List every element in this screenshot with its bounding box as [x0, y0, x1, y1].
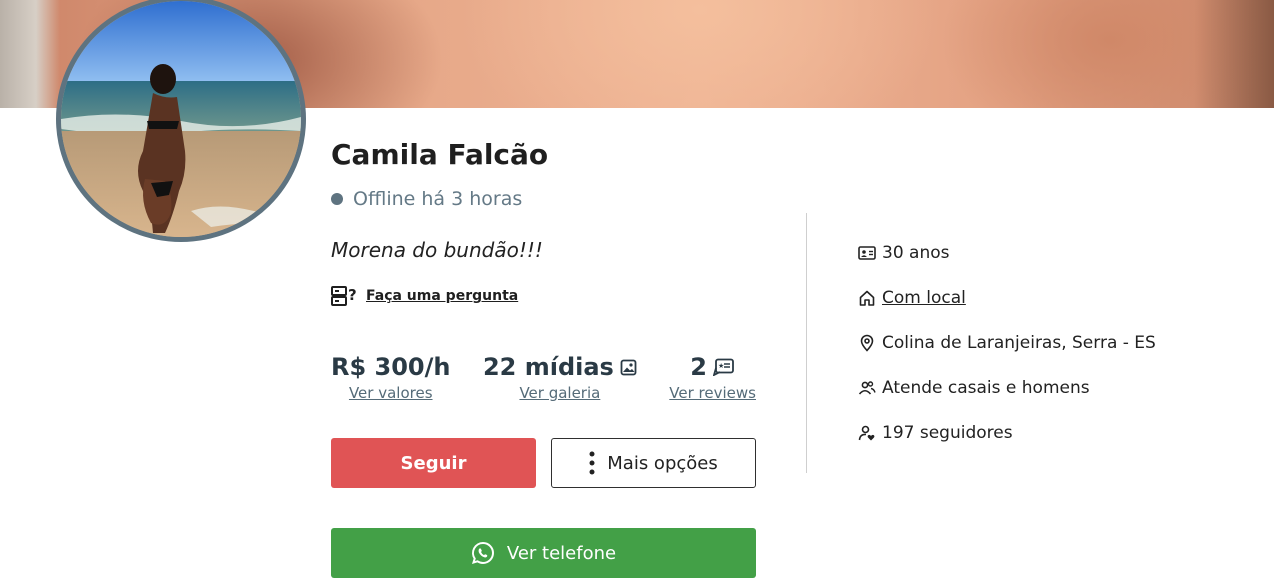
- ask-question-link[interactable]: ? Faça uma pergunta: [331, 285, 518, 307]
- info-followers-text: 197 seguidores: [882, 423, 1013, 443]
- stat-reviews-value: 2: [690, 353, 707, 381]
- info-address-text: Colina de Laranjeiras, Serra - ES: [882, 333, 1156, 353]
- whatsapp-icon: [471, 541, 494, 565]
- online-status: Offline há 3 horas: [331, 188, 522, 210]
- info-address: Colina de Laranjeiras, Serra - ES: [858, 331, 1156, 355]
- stat-media: 22 mídias Ver galeria: [483, 352, 637, 402]
- question-icon: ?: [331, 286, 357, 306]
- more-options-label: Mais opções: [607, 452, 718, 474]
- avatar[interactable]: [56, 0, 306, 242]
- map-pin-icon: [860, 334, 874, 352]
- vertical-divider: [806, 213, 807, 473]
- profile-bio: Morena do bundão!!!: [331, 238, 543, 262]
- info-location-type-link[interactable]: Com local: [882, 288, 966, 308]
- info-location-type[interactable]: Com local: [858, 286, 1156, 310]
- stat-price: R$ 300/h Ver valores: [331, 352, 450, 402]
- users-icon: [858, 381, 876, 395]
- image-icon: [620, 359, 637, 375]
- info-followers: 197 seguidores: [858, 421, 1156, 445]
- stat-reviews-value-wrap: 2 ★: [690, 352, 735, 382]
- stat-media-value-wrap: 22 mídias: [483, 352, 637, 382]
- stat-media-value: 22 mídias: [482, 353, 614, 381]
- profile-name: Camila Falcão: [331, 138, 549, 171]
- more-vertical-icon: [589, 451, 595, 475]
- stat-reviews: 2 ★ Ver reviews: [669, 352, 756, 402]
- view-prices-link[interactable]: Ver valores: [349, 384, 433, 402]
- user-heart-icon: [858, 425, 875, 441]
- home-icon: [859, 290, 875, 306]
- cover-photo-left-shade: [0, 0, 60, 108]
- review-icon: ★: [712, 358, 734, 376]
- profile-stats: R$ 300/h Ver valores 22 mídias Ver galer…: [331, 352, 756, 402]
- svg-text:?: ?: [348, 286, 357, 304]
- status-text: Offline há 3 horas: [353, 188, 523, 210]
- follow-button[interactable]: Seguir: [331, 438, 536, 488]
- status-dot: [331, 193, 343, 205]
- info-serves-text: Atende casais e homens: [882, 378, 1090, 398]
- view-phone-button[interactable]: Ver telefone: [331, 528, 756, 578]
- ask-question-label: Faça uma pergunta: [366, 288, 519, 304]
- cover-photo-right-shade: [1194, 0, 1274, 108]
- avatar-photo: [61, 1, 301, 237]
- view-reviews-link[interactable]: Ver reviews: [669, 384, 756, 402]
- info-serves: Atende casais e homens: [858, 376, 1156, 400]
- stat-price-value: R$ 300/h: [331, 353, 451, 381]
- profile-info-list: 30 anos Com local Colina de Laranjeiras,…: [858, 241, 1156, 466]
- svg-text:★: ★: [718, 362, 724, 370]
- view-phone-label: Ver telefone: [506, 542, 617, 564]
- more-options-button[interactable]: Mais opções: [551, 438, 756, 488]
- view-gallery-link[interactable]: Ver galeria: [519, 384, 600, 402]
- info-age: 30 anos: [858, 241, 1156, 265]
- id-card-icon: [858, 246, 876, 260]
- info-age-text: 30 anos: [882, 243, 950, 263]
